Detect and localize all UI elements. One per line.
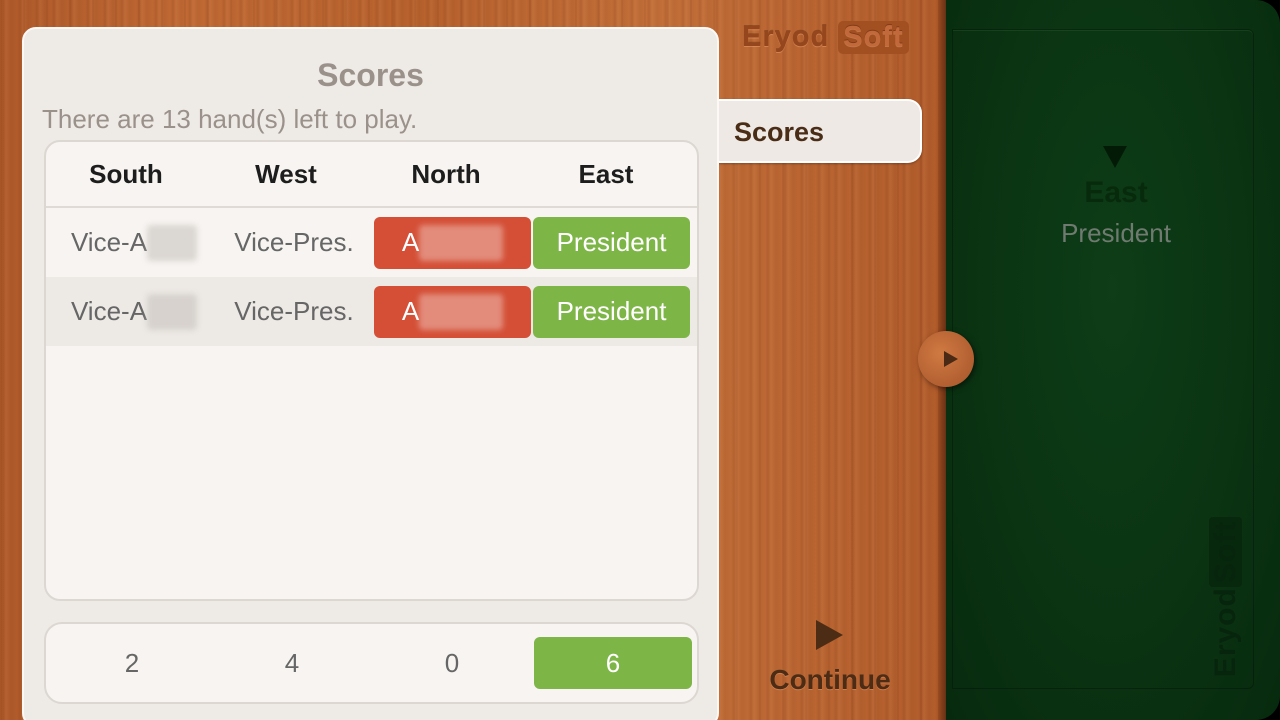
table-row: Vice-A Vice-Pres. A President bbox=[46, 277, 697, 346]
hands-left-text: There are 13 hand(s) left to play. bbox=[42, 104, 418, 134]
cell-north-role-badge: A bbox=[374, 216, 531, 269]
column-header-north: North bbox=[411, 158, 481, 189]
cell-south: Vice-A bbox=[54, 217, 214, 269]
column-header-south: South bbox=[89, 158, 163, 189]
cell-west: Vice-Pres. bbox=[234, 296, 354, 326]
totals-row: 2 4 0 6 bbox=[44, 622, 699, 704]
column-header-east: East bbox=[578, 158, 634, 189]
tab-scores[interactable]: Scores bbox=[700, 99, 922, 163]
table-row: Vice-A Vice-Pres. A President bbox=[46, 208, 697, 277]
cell-west: Vice-Pres. bbox=[234, 227, 354, 257]
column-header-west: West bbox=[255, 158, 317, 189]
cell-south: Vice-A bbox=[54, 286, 214, 338]
scores-table: South West North East Vice-A Vice-Pres. … bbox=[44, 140, 699, 601]
cell-south-text: Vice-A bbox=[70, 227, 148, 257]
cell-east-role-badge: President bbox=[533, 216, 690, 269]
play-arrow-icon[interactable] bbox=[944, 351, 958, 367]
redacted-text bbox=[147, 293, 198, 330]
total-south: 2 bbox=[124, 647, 140, 678]
panel-title: Scores bbox=[317, 57, 424, 93]
redacted-text bbox=[147, 224, 198, 261]
cell-north-role-badge: A bbox=[374, 285, 531, 338]
player-role-east: President bbox=[1061, 218, 1171, 248]
cell-north-text: A bbox=[401, 296, 420, 326]
total-east-leader: 6 bbox=[534, 637, 692, 689]
redacted-text bbox=[419, 224, 504, 261]
continue-button[interactable]: Continue bbox=[740, 664, 920, 696]
cell-south-text: Vice-A bbox=[70, 296, 148, 326]
continue-play-icon[interactable] bbox=[816, 620, 843, 650]
table-header: South West North East bbox=[46, 142, 697, 208]
brand-logo: Eryod Soft bbox=[742, 21, 909, 54]
cell-north-text: A bbox=[401, 227, 420, 257]
felt-logo-right: Soft bbox=[1209, 516, 1242, 588]
cell-east-role-badge: President bbox=[533, 285, 690, 338]
felt-logo-left: Eryod bbox=[1209, 587, 1242, 678]
brand-logo-left: Eryod bbox=[742, 21, 830, 53]
tab-scores-label: Scores bbox=[734, 117, 825, 147]
scores-panel: Scores There are 13 hand(s) left to play… bbox=[22, 27, 719, 720]
felt-logo: EryodSoft bbox=[1209, 507, 1243, 687]
brand-logo-right: Soft bbox=[838, 21, 909, 54]
turn-indicator-icon bbox=[1103, 146, 1127, 168]
total-north: 0 bbox=[444, 647, 460, 678]
player-name-east: East bbox=[1084, 176, 1148, 209]
redacted-text bbox=[419, 293, 504, 330]
total-west: 4 bbox=[284, 647, 300, 678]
